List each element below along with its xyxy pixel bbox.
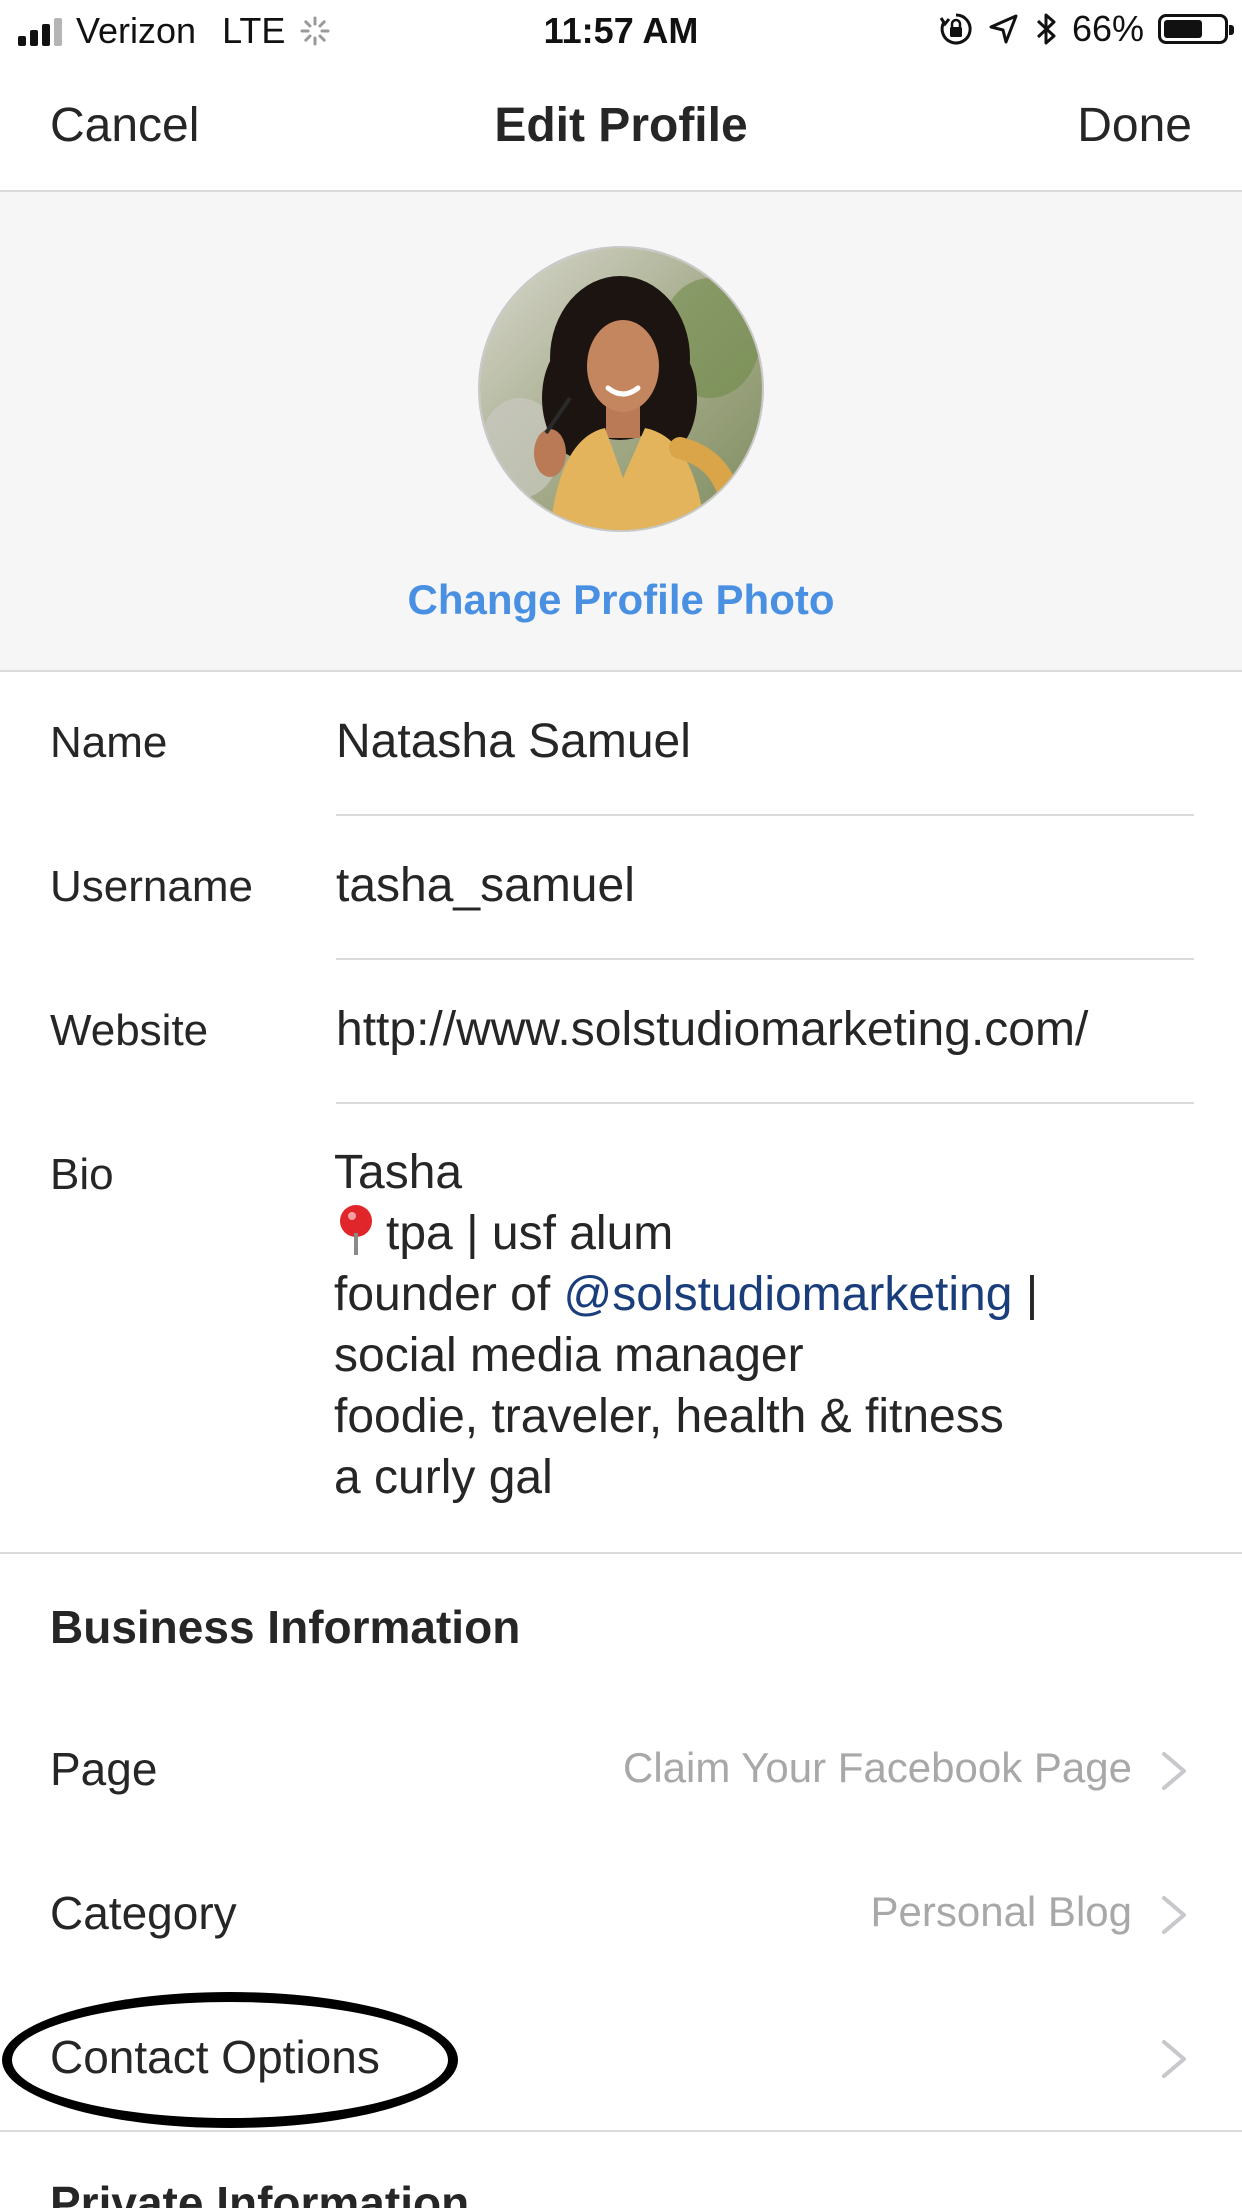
status-bar: Verizon LTE 11:57 AM 66% bbox=[0, 0, 1242, 62]
username-field[interactable]: tasha_samuel bbox=[336, 858, 635, 913]
website-label: Website bbox=[50, 1006, 209, 1055]
bio-field[interactable]: Tasha tpa | usf alum founder of @solstud… bbox=[334, 1142, 1038, 1508]
bio-line-2: tpa | usf alum bbox=[334, 1203, 1038, 1264]
section-divider bbox=[0, 2130, 1242, 2132]
avatar-image bbox=[480, 248, 762, 530]
bio-line-5: foodie, traveler, health & fitness bbox=[334, 1390, 1004, 1443]
bio-line-2-text: tpa | usf alum bbox=[386, 1207, 674, 1260]
battery-percent: 66% bbox=[1071, 8, 1144, 49]
contact-options-row-label: Contact Options bbox=[50, 2031, 380, 2083]
category-row-label: Category bbox=[50, 1887, 237, 1939]
change-profile-photo-button[interactable]: Change Profile Photo bbox=[0, 576, 1242, 624]
private-information-heading: Private Information bbox=[50, 2177, 470, 2208]
avatar[interactable] bbox=[478, 246, 764, 532]
battery-fill bbox=[1164, 20, 1202, 38]
orientation-lock-icon bbox=[939, 13, 972, 45]
name-field[interactable]: Natasha Samuel bbox=[336, 714, 691, 769]
name-label: Name bbox=[50, 718, 168, 767]
status-right: 66% bbox=[938, 8, 1234, 50]
page-row-label: Page bbox=[50, 1743, 158, 1795]
bio-mention-link[interactable]: @solstudiomarketing bbox=[564, 1268, 1013, 1321]
bio-line-6: a curly gal bbox=[334, 1451, 553, 1504]
chevron-right-icon bbox=[1162, 2040, 1186, 2078]
business-row-page[interactable]: Page Claim Your Facebook Page bbox=[0, 1696, 1242, 1840]
bio-line-3-prefix: founder of bbox=[334, 1268, 564, 1321]
username-field-underline bbox=[336, 958, 1194, 960]
username-label: Username bbox=[50, 862, 253, 911]
edit-profile-screen: Verizon LTE 11:57 AM 66% Cancel Edit Pro… bbox=[0, 0, 1242, 2208]
bio-line-3: founder of @solstudiomarketing | bbox=[334, 1264, 1038, 1325]
bio-line-1: Tasha bbox=[334, 1146, 463, 1199]
round-pushpin-icon bbox=[334, 1205, 378, 1255]
bluetooth-icon bbox=[1036, 13, 1056, 45]
website-field[interactable]: http://www.solstudiomarketing.com/ bbox=[336, 1002, 1088, 1057]
website-field-underline bbox=[336, 1102, 1194, 1104]
bio-label: Bio bbox=[50, 1150, 114, 1199]
business-row-category[interactable]: Category Personal Blog bbox=[0, 1840, 1242, 1984]
done-button[interactable]: Done bbox=[1077, 98, 1192, 153]
bio-line-3-suffix: | bbox=[1012, 1268, 1039, 1321]
business-row-contact-options[interactable]: Contact Options bbox=[0, 1984, 1242, 2128]
chevron-right-icon bbox=[1162, 1752, 1186, 1790]
cancel-button[interactable]: Cancel bbox=[50, 98, 199, 153]
location-arrow-icon bbox=[989, 14, 1018, 44]
name-field-underline bbox=[336, 814, 1194, 816]
section-divider bbox=[0, 1552, 1242, 1554]
category-row-value: Personal Blog bbox=[870, 1888, 1133, 1935]
business-information-heading: Business Information bbox=[50, 1601, 521, 1653]
bio-line-4: social media manager bbox=[334, 1329, 804, 1382]
battery-icon bbox=[1158, 14, 1234, 44]
nav-bar: Cancel Edit Profile Done bbox=[0, 62, 1242, 192]
page-row-value: Claim Your Facebook Page bbox=[623, 1744, 1132, 1791]
chevron-right-icon bbox=[1162, 1896, 1186, 1934]
profile-photo-section: Change Profile Photo bbox=[0, 192, 1242, 672]
